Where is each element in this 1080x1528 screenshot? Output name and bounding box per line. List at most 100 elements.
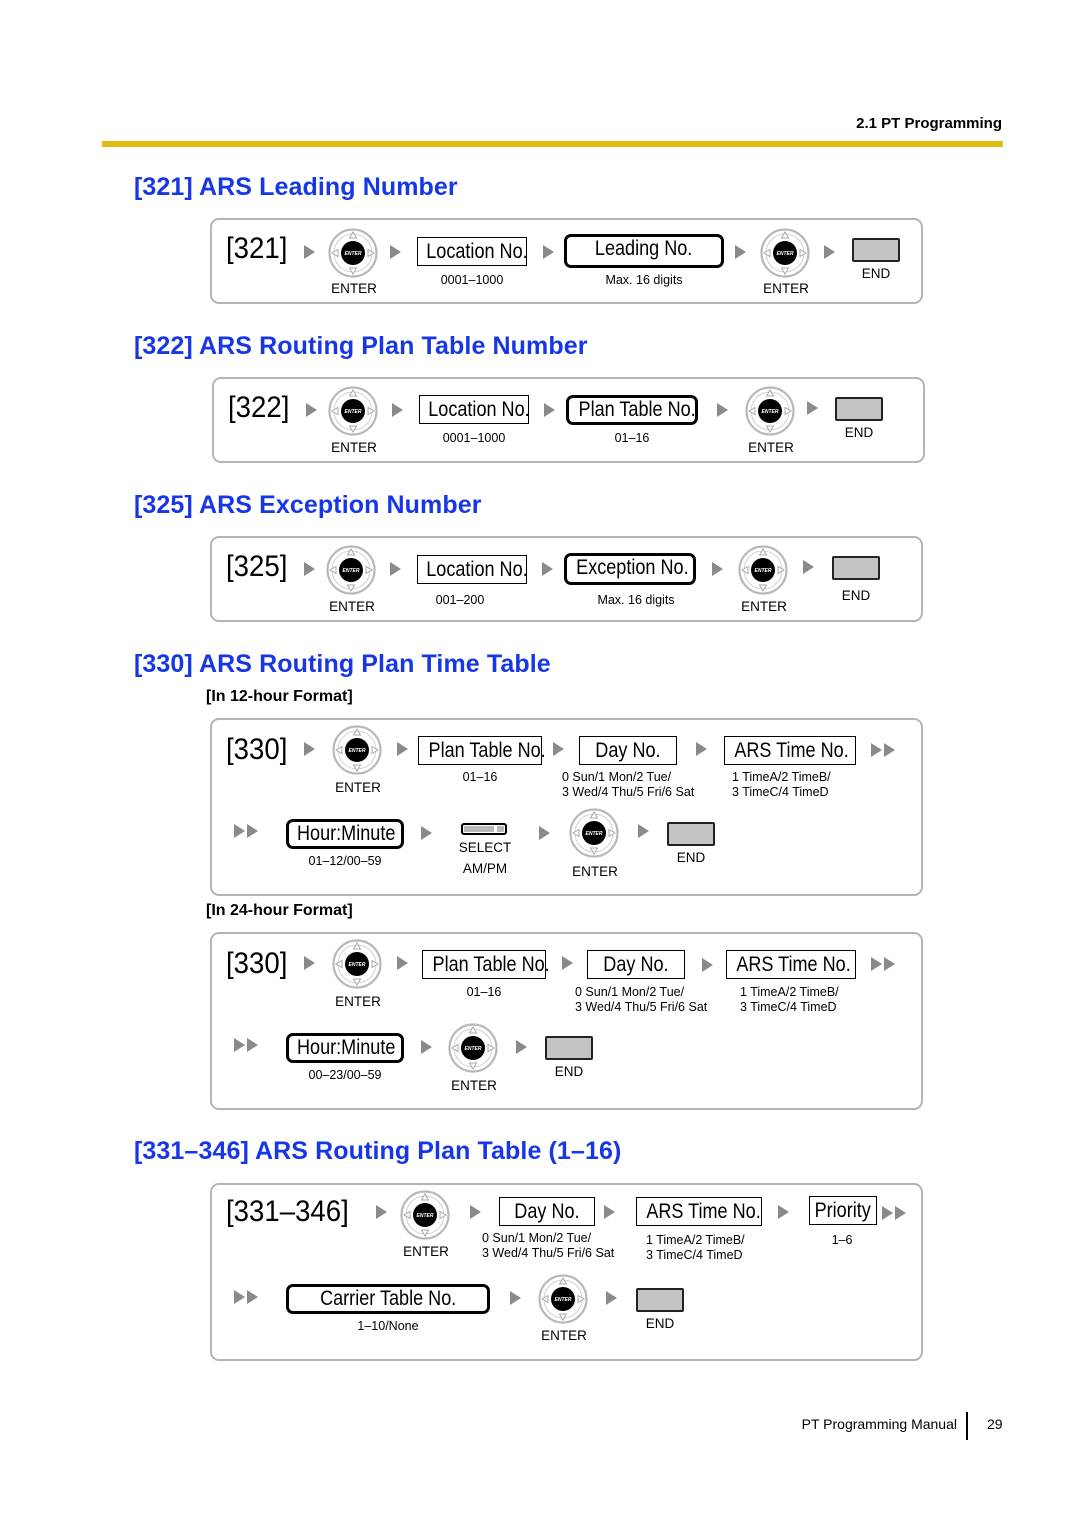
arrow-icon (542, 562, 553, 576)
end-label: END (861, 266, 891, 281)
arrow-icon (304, 956, 315, 970)
enter-button[interactable]: ENTER (569, 808, 619, 858)
ars-time-no-field[interactable]: ARS Time No. (636, 1197, 762, 1226)
end-key[interactable] (852, 238, 900, 262)
enter-button[interactable]: ENTER (400, 1190, 450, 1240)
plan-table-no-field[interactable]: Plan Table No. (566, 395, 698, 425)
arrow-icon (735, 245, 746, 259)
priority-field[interactable]: Priority (809, 1196, 877, 1225)
enter-key-icon: ENTER (326, 545, 376, 595)
panel-330-12h: [330] ENTER ENTER Plan Table No. 01–16 D… (210, 718, 923, 896)
end-key[interactable] (636, 1288, 684, 1312)
hour-minute-field[interactable]: Hour:Minute (286, 819, 404, 849)
location-no-range: 0001–1000 (440, 273, 504, 287)
enter-button[interactable]: ENTER (328, 228, 378, 278)
enter-button[interactable]: ENTER (738, 545, 788, 595)
arrow-icon (696, 742, 707, 756)
enter-label: ENTER (748, 440, 794, 455)
section-title-322: [322] ARS Routing Plan Table Number (134, 332, 588, 360)
enter-key-text: ENTER (417, 1213, 434, 1219)
end-key[interactable] (835, 397, 883, 421)
continue-icon (234, 1290, 264, 1304)
carrier-table-no-field[interactable]: Carrier Table No. (286, 1284, 490, 1314)
enter-button[interactable]: ENTER (332, 725, 382, 775)
end-key[interactable] (667, 822, 715, 846)
continue-icon (882, 1206, 912, 1220)
exception-no-field[interactable]: Exception No. (564, 553, 696, 585)
ars-time-no-field[interactable]: ARS Time No. (724, 736, 856, 765)
arrow-icon (544, 403, 555, 417)
format-label-24h: [In 24-hour Format] (206, 902, 353, 919)
enter-key-text: ENTER (349, 962, 366, 968)
enter-label: ENTER (572, 864, 618, 879)
enter-label: ENTER (741, 599, 787, 614)
arrow-icon (807, 401, 818, 415)
panel-321: [321] ENTER ENTER Location No. 0001–1000… (210, 218, 923, 304)
location-no-field[interactable]: Location No. (419, 395, 530, 424)
enter-button[interactable]: ENTER (328, 386, 378, 436)
plan-table-no-range: 01–16 (462, 770, 498, 784)
arrow-icon (304, 742, 315, 756)
end-key[interactable] (545, 1036, 593, 1060)
plan-table-no-range: 01–16 (614, 431, 650, 445)
enter-key-icon: ENTER (332, 725, 382, 775)
enter-key-icon: ENTER (328, 386, 378, 436)
enter-key-text: ENTER (586, 831, 603, 837)
hour-minute-range: 00–23/00–59 (308, 1068, 382, 1082)
arrow-icon (604, 1205, 615, 1219)
arrow-icon (638, 824, 649, 838)
end-key[interactable] (832, 556, 880, 580)
arrow-icon (543, 245, 554, 259)
continue-icon (871, 743, 901, 757)
end-label: END (841, 588, 871, 603)
leading-no-range: Max. 16 digits (605, 273, 683, 287)
day-no-range: 0 Sun/1 Mon/2 Tue/ 3 Wed/4 Thu/5 Fri/6 S… (562, 770, 695, 799)
enter-button[interactable]: ENTER (760, 228, 810, 278)
carrier-table-no-range: 1–10/None (357, 1319, 419, 1333)
panel-325: [325] ENTER ENTER Location No. 001–200 E… (210, 536, 923, 622)
enter-label: ENTER (331, 281, 377, 296)
enter-key-icon: ENTER (569, 808, 619, 858)
enter-key-icon: ENTER (332, 939, 382, 989)
arrow-icon (516, 1040, 527, 1054)
day-no-field[interactable]: Day No. (587, 950, 685, 979)
enter-key-icon: ENTER (400, 1190, 450, 1240)
section-title-330: [330] ARS Routing Plan Time Table (134, 650, 551, 678)
enter-label: ENTER (451, 1078, 497, 1093)
hour-minute-field[interactable]: Hour:Minute (286, 1033, 404, 1063)
plan-table-no-field[interactable]: Plan Table No. (422, 950, 550, 979)
enter-button[interactable]: ENTER (448, 1023, 498, 1073)
footer-divider (966, 1412, 968, 1440)
day-no-field[interactable]: Day No. (579, 736, 677, 765)
enter-key-text: ENTER (345, 409, 362, 415)
select-key[interactable] (461, 822, 507, 835)
arrow-icon (421, 1040, 432, 1054)
leading-no-field[interactable]: Leading No. (564, 234, 724, 268)
arrow-icon (376, 1205, 387, 1219)
arrow-icon (824, 245, 835, 259)
arrow-icon (562, 956, 573, 970)
continue-icon (234, 1038, 264, 1052)
day-no-field[interactable]: Day No. (499, 1197, 595, 1226)
enter-button[interactable]: ENTER (745, 386, 795, 436)
end-label: END (645, 1316, 675, 1331)
enter-button[interactable]: ENTER (326, 545, 376, 595)
end-label: END (844, 425, 874, 440)
enter-button[interactable]: ENTER (538, 1274, 588, 1324)
enter-key-icon: ENTER (538, 1274, 588, 1324)
header-rule (102, 141, 1003, 147)
enter-key-icon: ENTER (760, 228, 810, 278)
enter-key-text: ENTER (465, 1046, 482, 1052)
plan-table-no-field[interactable]: Plan Table No. (418, 736, 546, 765)
arrow-icon (397, 742, 408, 756)
ars-time-no-range: 1 TimeA/2 TimeB/ 3 TimeC/4 TimeD (740, 985, 839, 1014)
panel-331-346: [331–346] ENTER ENTER Day No. 0 Sun/1 Mo… (210, 1183, 923, 1361)
enter-button[interactable]: ENTER (332, 939, 382, 989)
ars-time-no-field[interactable]: ARS Time No. (726, 950, 856, 979)
arrow-icon (606, 1291, 617, 1305)
location-no-field[interactable]: Location No. (417, 237, 528, 266)
arrow-icon (470, 1205, 481, 1219)
arrow-icon (553, 742, 564, 756)
enter-label: ENTER (335, 780, 381, 795)
location-no-field[interactable]: Location No. (417, 555, 528, 584)
